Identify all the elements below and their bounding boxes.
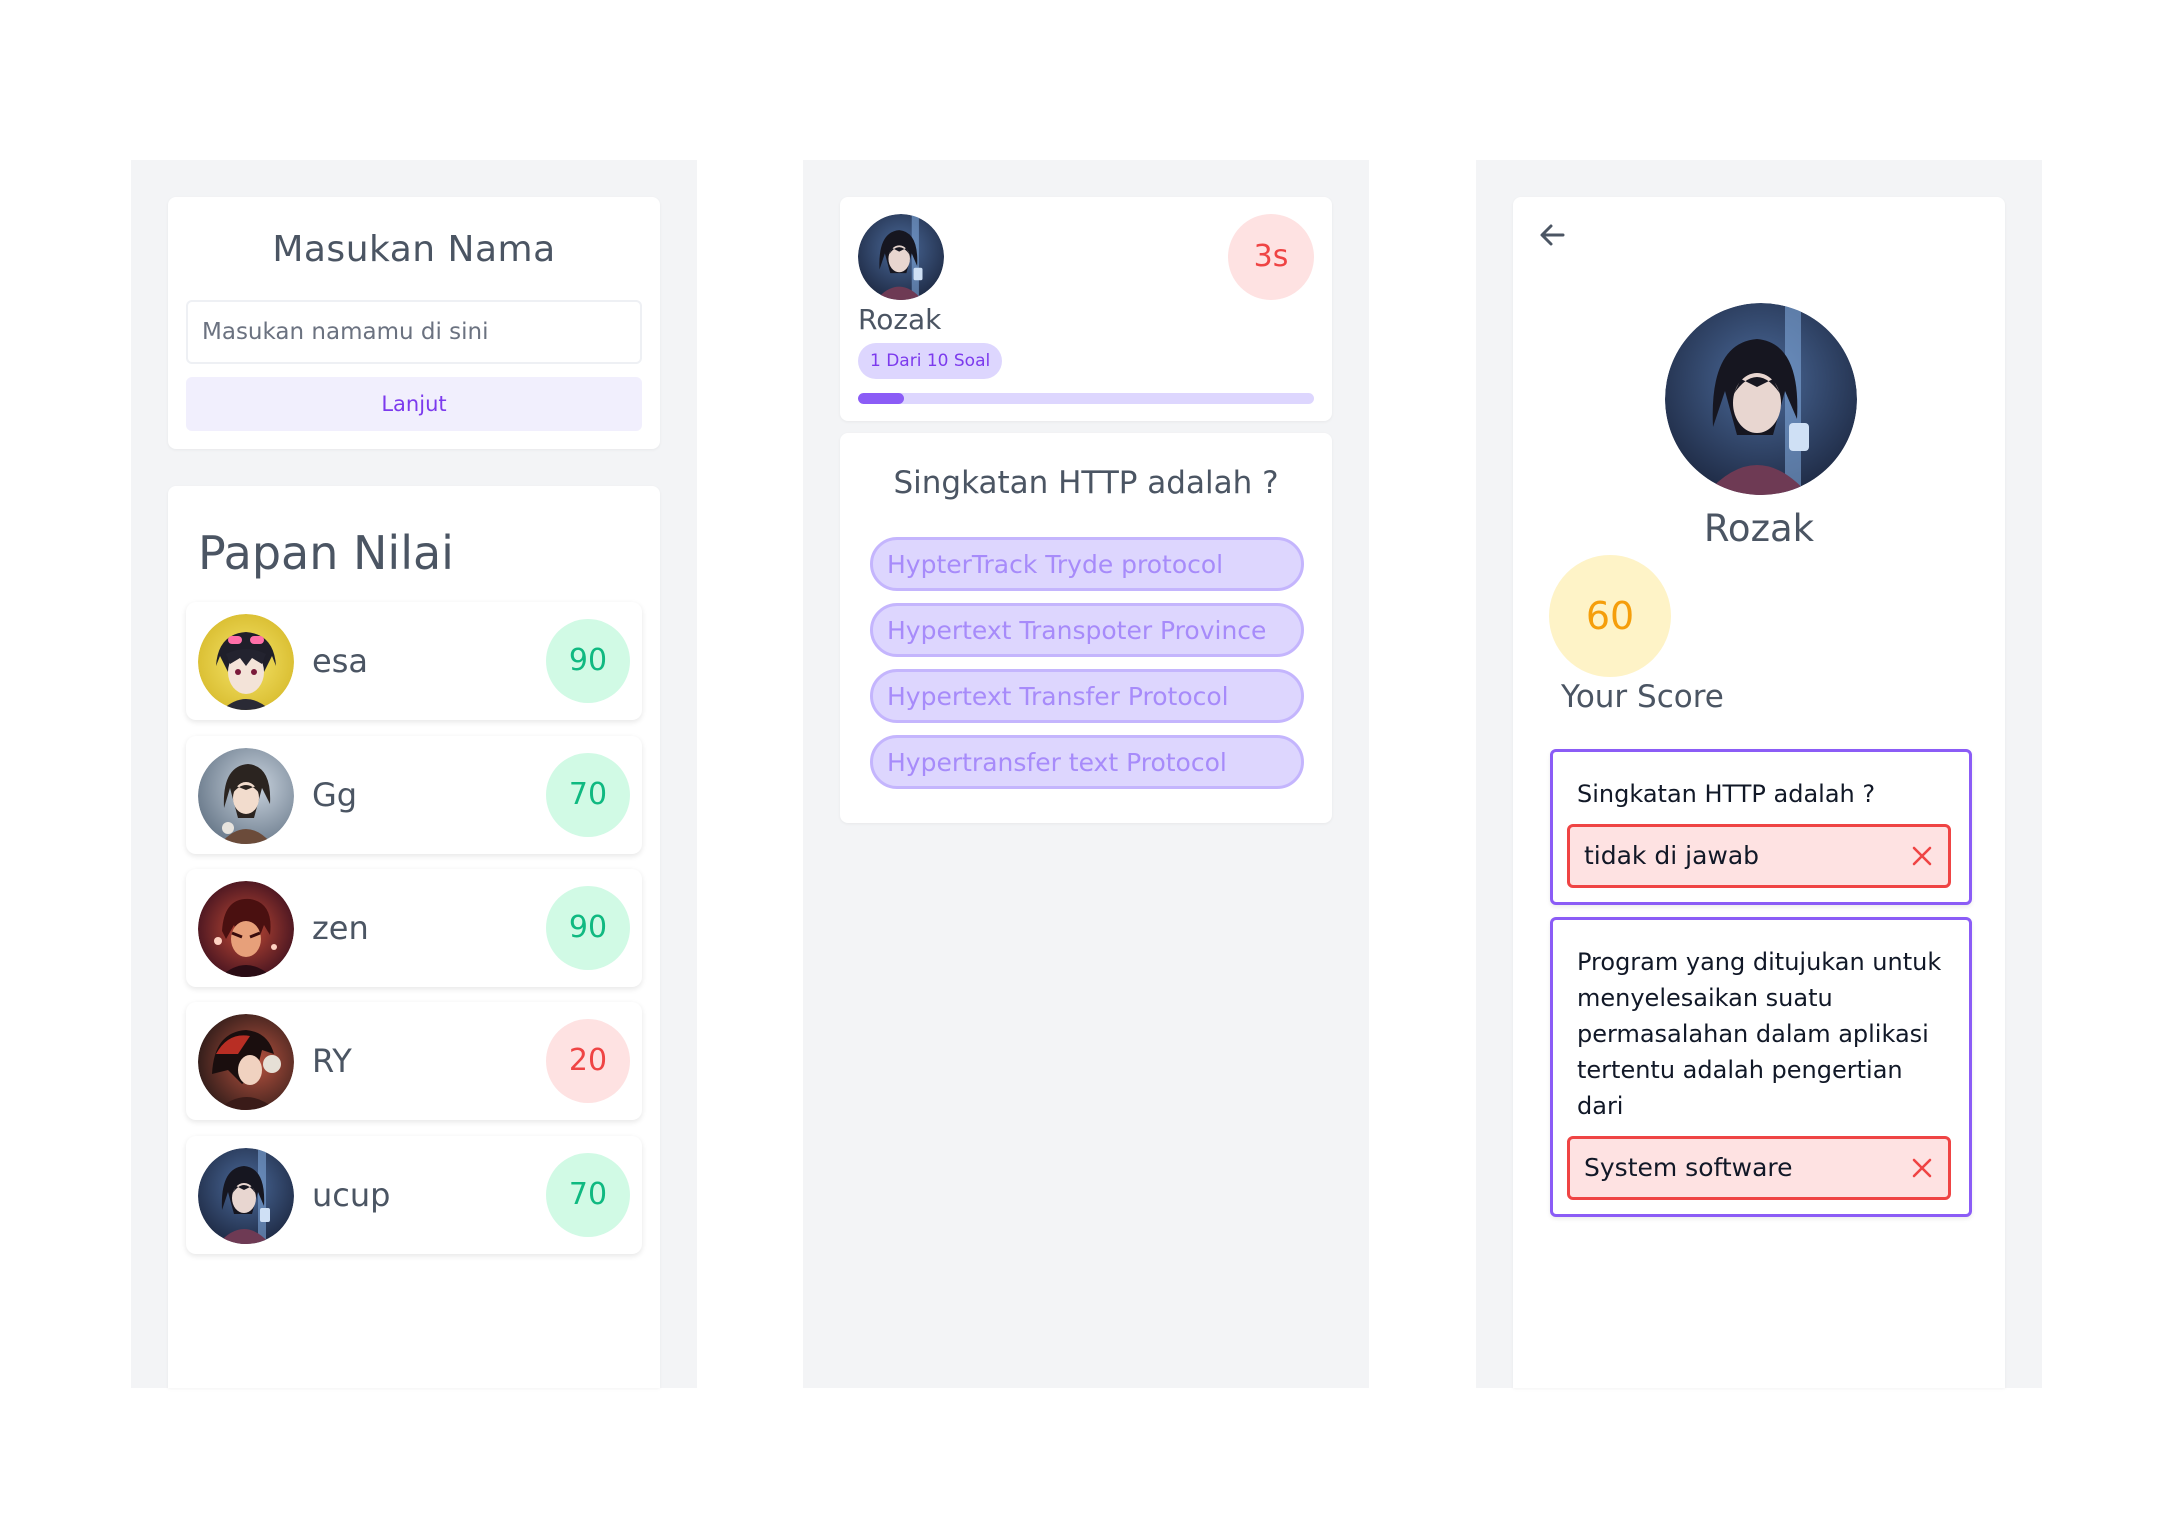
leaderboard-row: RY 20 [186,1002,642,1120]
score-badge: 90 [546,619,630,703]
anime-avatar-icon [198,614,294,710]
answer-option[interactable]: Hypertext Transpoter Province [870,603,1304,657]
leaderboard-title: Papan Nilai [198,526,454,580]
back-button[interactable] [1533,215,1573,255]
answer-option[interactable]: Hypertext Transfer Protocol [870,669,1304,723]
leaderboard-row: ucup 70 [186,1136,642,1254]
review-question: Singkatan HTTP adalah ? [1577,780,1876,808]
player-name: RY [312,1042,352,1080]
leaderboard-card: Papan Nilai esa 90 Gg 70 zen 90 RY 20 uc… [168,486,660,1388]
progress-bar [858,393,1314,404]
quiz-screen: Rozak 1 Dari 10 Soal 3s Singkatan HTTP a… [803,160,1369,1388]
close-icon [1912,846,1932,866]
score-badge: 90 [546,886,630,970]
continue-button[interactable]: Lanjut [186,377,642,431]
player-name: esa [312,642,368,680]
answer-option[interactable]: Hypertransfer text Protocol [870,735,1304,789]
anime-avatar-icon [198,748,294,844]
result-card: Rozak 60 Your Score Singkatan HTTP adala… [1513,197,2005,1388]
leaderboard-row: Gg 70 [186,736,642,854]
anime-avatar-icon [858,214,944,300]
player-name: Rozak [858,303,942,336]
anime-avatar-icon [198,881,294,977]
question-progress-badge: 1 Dari 10 Soal [858,343,1003,379]
score-label: Your Score [1561,679,1724,715]
answer-review-item: Singkatan HTTP adalah ? tidak di jawab [1550,749,1972,905]
leaderboard-row: zen 90 [186,869,642,987]
review-answer: tidak di jawab [1584,841,1760,870]
answer-review-item: Program yang ditujukan untuk menyelesaik… [1550,917,1972,1217]
progress-bar-fill [858,393,904,404]
anime-avatar-icon [198,1014,294,1110]
timer-badge: 3s [1228,214,1314,300]
question-card: Singkatan HTTP adalah ? HypterTrack Tryd… [840,433,1332,823]
wrong-answer: tidak di jawab [1567,824,1951,888]
final-score-badge: 60 [1549,555,1671,677]
name-card-title: Masukan Nama [272,229,556,270]
question-text: Singkatan HTTP adalah ? [893,465,1279,501]
player-name: Rozak [1703,507,1815,550]
leaderboard-row: esa 90 [186,602,642,720]
review-question: Program yang ditujukan untuk menyelesaik… [1577,948,1942,1120]
anime-avatar-icon [1665,303,1857,495]
review-answer: System software [1584,1153,1793,1182]
player-name: Gg [312,776,358,814]
close-icon [1912,1158,1932,1178]
player-name: zen [312,909,369,947]
anime-avatar-icon [198,1148,294,1244]
player-name: ucup [312,1176,391,1214]
score-badge: 70 [546,753,630,837]
arrow-left-icon [1540,224,1565,246]
score-badge: 20 [546,1019,630,1103]
result-screen: Rozak 60 Your Score Singkatan HTTP adala… [1476,160,2042,1388]
name-input[interactable] [186,300,642,364]
wrong-answer: System software [1567,1136,1951,1200]
quiz-header-card: Rozak 1 Dari 10 Soal 3s [840,197,1332,421]
score-badge: 70 [546,1153,630,1237]
answer-option[interactable]: HypterTrack Tryde protocol [870,537,1304,591]
login-screen: Masukan Nama Lanjut Papan Nilai esa 90 [131,160,697,1388]
name-entry-card: Masukan Nama Lanjut [168,197,660,449]
